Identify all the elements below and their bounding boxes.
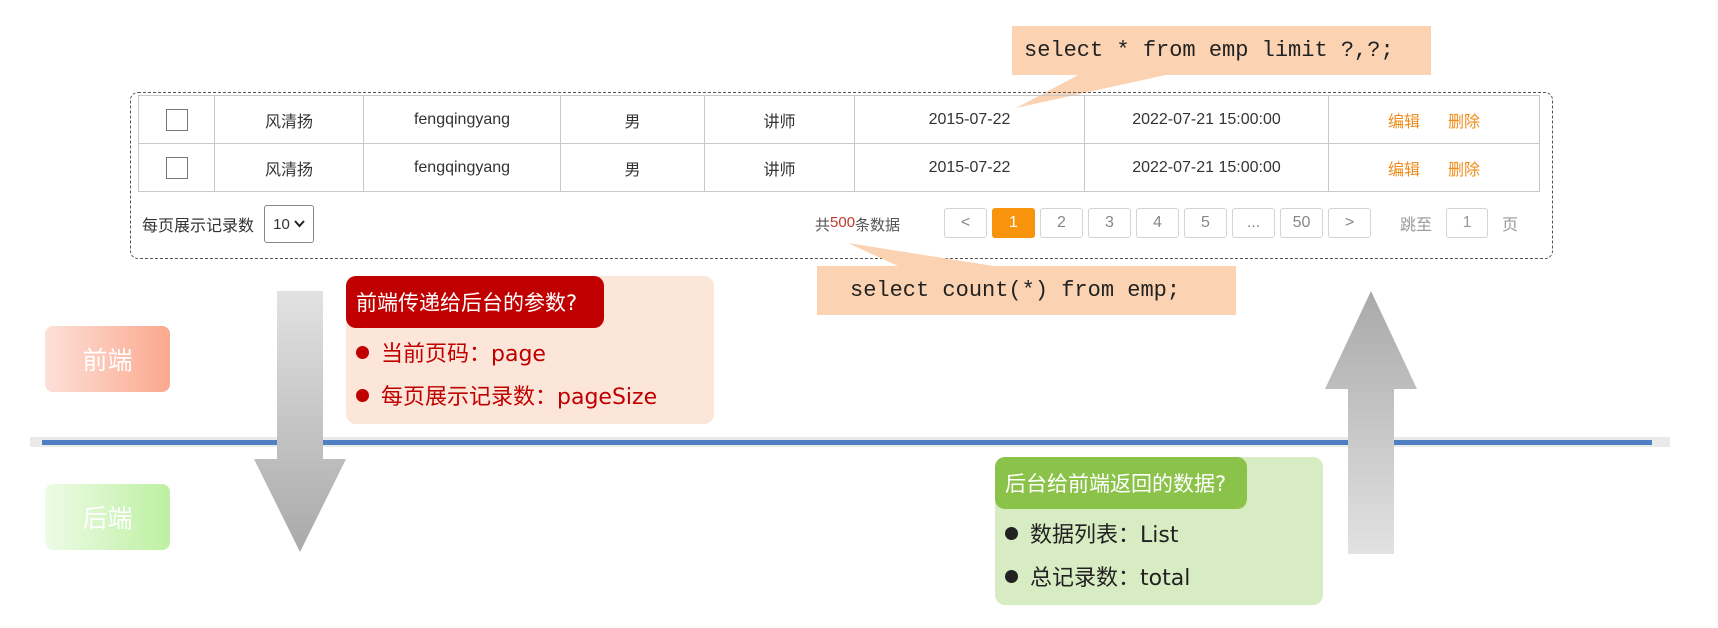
down-arrow xyxy=(254,291,346,552)
backend-label: 后端 xyxy=(45,484,170,550)
jump-suffix: 页 xyxy=(1502,217,1519,234)
page-size-label: 每页展示记录数 xyxy=(142,218,255,235)
delete-link[interactable]: 删除 xyxy=(1448,162,1480,179)
cell-gender: 男 xyxy=(560,143,705,192)
employee-table: 风清扬 fengqingyang 男 讲师 2015-07-22 2022-07… xyxy=(138,95,1540,192)
list-item: 当前页码：page xyxy=(356,336,546,368)
backend-response-card: 后台给前端返回的数据? 数据列表：List 总记录数：total xyxy=(995,457,1323,605)
bullet-icon xyxy=(356,388,369,402)
page-button-3[interactable]: 3 xyxy=(1088,208,1131,238)
table-row: 风清扬 fengqingyang 男 讲师 2015-07-22 2022-07… xyxy=(138,143,1540,192)
delete-link[interactable]: 删除 xyxy=(1448,114,1480,131)
jump-label: 跳至 xyxy=(1400,217,1433,234)
frontend-params-title: 前端传递给后台的参数? xyxy=(346,276,604,328)
next-page-button[interactable]: > xyxy=(1328,208,1371,238)
frontend-params-card: 前端传递给后台的参数? 当前页码：page 每页展示记录数：pageSize xyxy=(346,276,714,424)
cell-entry-date: 2015-07-22 xyxy=(854,95,1085,144)
list-item: 每页展示记录数：pageSize xyxy=(356,379,657,411)
page-size-value: 10 xyxy=(273,215,290,233)
response-total: 总记录数：total xyxy=(1030,566,1191,591)
response-list: 数据列表：List xyxy=(1030,523,1179,548)
edit-link[interactable]: 编辑 xyxy=(1388,114,1420,131)
page-size-control: 每页展示记录数 10 xyxy=(142,204,315,244)
prev-page-button[interactable]: < xyxy=(944,208,987,238)
table-row: 风清扬 fengqingyang 男 讲师 2015-07-22 2022-07… xyxy=(138,95,1540,144)
page-button-2[interactable]: 2 xyxy=(1040,208,1083,238)
chevron-down-icon xyxy=(294,220,305,228)
frontend-label: 前端 xyxy=(45,326,170,392)
cell-entry-date: 2015-07-22 xyxy=(854,143,1085,192)
cell-update-time: 2022-07-21 15:00:00 xyxy=(1084,143,1329,192)
param-page-size: 每页展示记录数：pageSize xyxy=(381,385,658,410)
cell-update-time: 2022-07-21 15:00:00 xyxy=(1084,95,1329,144)
cell-job: 讲师 xyxy=(704,95,855,144)
page-button-1[interactable]: 1 xyxy=(992,208,1035,238)
total-count: 500 xyxy=(830,214,856,231)
cell-name: 风清扬 xyxy=(214,95,364,144)
cell-name: 风清扬 xyxy=(214,143,364,192)
cell-job: 讲师 xyxy=(704,143,855,192)
bullet-icon xyxy=(1005,526,1018,540)
page-button-50[interactable]: 50 xyxy=(1280,208,1323,238)
pagination: < 1 2 3 4 5 ... 50 > xyxy=(944,208,1371,238)
page-button-5[interactable]: 5 xyxy=(1184,208,1227,238)
cell-gender: 男 xyxy=(560,95,705,144)
page-ellipsis: ... xyxy=(1232,208,1275,238)
sql-limit-text: select * from emp limit ?,?; xyxy=(1024,38,1394,63)
list-item: 总记录数：total xyxy=(1005,560,1190,592)
row-checkbox[interactable] xyxy=(165,156,188,179)
param-page: 当前页码：page xyxy=(381,342,546,367)
page-button-4[interactable]: 4 xyxy=(1136,208,1179,238)
page-size-select[interactable]: 10 xyxy=(264,205,315,243)
sql-limit-callout: select * from emp limit ?,?; xyxy=(1012,26,1431,75)
cell-username: fengqingyang xyxy=(363,143,561,192)
sql-count-text: select count(*) from emp; xyxy=(850,278,1181,303)
sql-count-callout: select count(*) from emp; xyxy=(817,266,1236,315)
edit-link[interactable]: 编辑 xyxy=(1388,162,1420,179)
bullet-icon xyxy=(356,345,369,359)
list-item: 数据列表：List xyxy=(1005,517,1178,549)
total-records: 共 500 条数据 xyxy=(815,214,900,235)
jump-page-input[interactable]: 1 xyxy=(1446,208,1489,238)
page-jump: 跳至 1 页 xyxy=(1400,208,1518,238)
row-checkbox[interactable] xyxy=(165,108,188,131)
backend-response-title: 后台给前端返回的数据? xyxy=(995,457,1247,509)
cell-username: fengqingyang xyxy=(363,95,561,144)
total-prefix: 共 xyxy=(815,217,831,234)
total-suffix: 条数据 xyxy=(855,217,901,234)
up-arrow xyxy=(1325,291,1417,554)
bullet-icon xyxy=(1005,569,1018,583)
